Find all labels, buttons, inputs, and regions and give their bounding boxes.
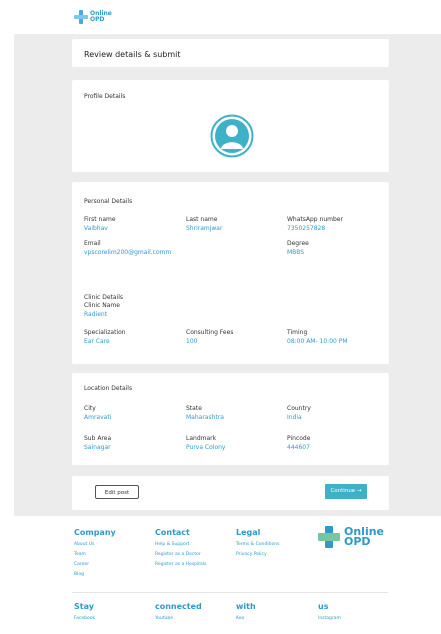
footer-link[interactable]: Privacy Policy [236, 552, 279, 557]
footer-link[interactable]: Terms & Conditions [236, 542, 279, 547]
medical-cross-icon [74, 10, 88, 24]
site-footer: Company About Us Team Career Blog Contac… [0, 516, 441, 634]
clinic-name-field: Clinic Name Radient [84, 302, 120, 318]
profile-section-title: Profile Details [84, 93, 126, 100]
youtube-link[interactable]: Youtube [155, 616, 202, 621]
footer-social-title: connected [155, 602, 202, 611]
footer-link[interactable]: Blog [74, 572, 116, 577]
state-field: State Maharashtra [186, 405, 224, 421]
footer-legal-title: Legal [236, 528, 261, 537]
footer-social-column: us Instagram [318, 602, 341, 621]
clinic-details-card: Clinic Details Clinic Name Radient Speci… [72, 282, 389, 364]
main-content: Review details & submit Profile Details … [14, 34, 441, 516]
clinic-section-title: Clinic Details [84, 294, 123, 301]
user-avatar-icon [210, 114, 254, 158]
landmark-field: Landmark Purva Colony [186, 435, 226, 451]
medical-cross-icon [318, 526, 340, 548]
profile-details-card: Profile Details [72, 80, 389, 172]
first-name-field: First name Vaibhav [84, 216, 116, 232]
pincode-field: Pincode 444607 [287, 435, 311, 451]
email-field: Email vpscorelim200@gmail.comm [84, 240, 172, 256]
koo-link[interactable]: Koo [236, 616, 256, 621]
location-section-title: Location Details [84, 385, 133, 392]
continue-button[interactable]: Continue → [325, 484, 367, 499]
footer-link[interactable]: Team [74, 552, 116, 557]
footer-social-title: us [318, 602, 329, 611]
personal-section-title: Personal Details [84, 198, 133, 205]
footer-company-title: Company [74, 528, 116, 537]
page-title: Review details & submit [84, 50, 181, 59]
city-field: City Amravati [84, 405, 112, 421]
degree-field: Degree MBBS [287, 240, 309, 256]
last-name-field: Last name Shriramjwar [186, 216, 223, 232]
footer-link[interactable]: Career [74, 562, 116, 567]
specialization-field: Specialization Ear Care [84, 329, 126, 345]
footer-contact-column: Contact Help & Support Register as a Doc… [155, 528, 206, 567]
footer-social-title: Stay [74, 602, 94, 611]
country-field: Country India [287, 405, 311, 421]
footer-social-column: Stay Facebook [74, 602, 95, 621]
whatsapp-field: WhatsApp number 7350257828 [287, 216, 343, 232]
location-details-card: Location Details City Amravati State Mah… [72, 373, 389, 465]
footer-social-column: connected Youtube [155, 602, 202, 621]
sub-area-field: Sub Area Sainagar [84, 435, 112, 451]
brand-logo[interactable]: Online OPD [74, 10, 112, 24]
actions-card: Edit post Continue → [72, 476, 389, 510]
footer-divider [72, 592, 388, 593]
timing-field: Timing 08:00 AM- 10:00 PM [287, 329, 348, 345]
footer-brand-logo[interactable]: Online OPD [318, 526, 384, 548]
top-header: Online OPD [0, 0, 441, 34]
edit-post-button[interactable]: Edit post [95, 485, 139, 499]
footer-contact-title: Contact [155, 528, 190, 537]
instagram-link[interactable]: Instagram [318, 616, 341, 621]
footer-link[interactable]: Register as a Hospitals [155, 562, 206, 567]
footer-company-column: Company About Us Team Career Blog [74, 528, 116, 577]
facebook-link[interactable]: Facebook [74, 616, 95, 621]
footer-legal-column: Legal Terms & Conditions Privacy Policy [236, 528, 279, 557]
footer-link[interactable]: About Us [74, 542, 116, 547]
footer-social-column: with Koo [236, 602, 256, 621]
brand-line2: OPD [90, 16, 105, 23]
review-header-card: Review details & submit [72, 39, 389, 67]
footer-link[interactable]: Help & Support [155, 542, 206, 547]
consulting-fees-field: Consulting Fees 100 [186, 329, 234, 345]
footer-social-title: with [236, 602, 256, 611]
footer-link[interactable]: Register as a Doctor [155, 552, 206, 557]
footer-brand-line2: OPD [344, 535, 371, 548]
